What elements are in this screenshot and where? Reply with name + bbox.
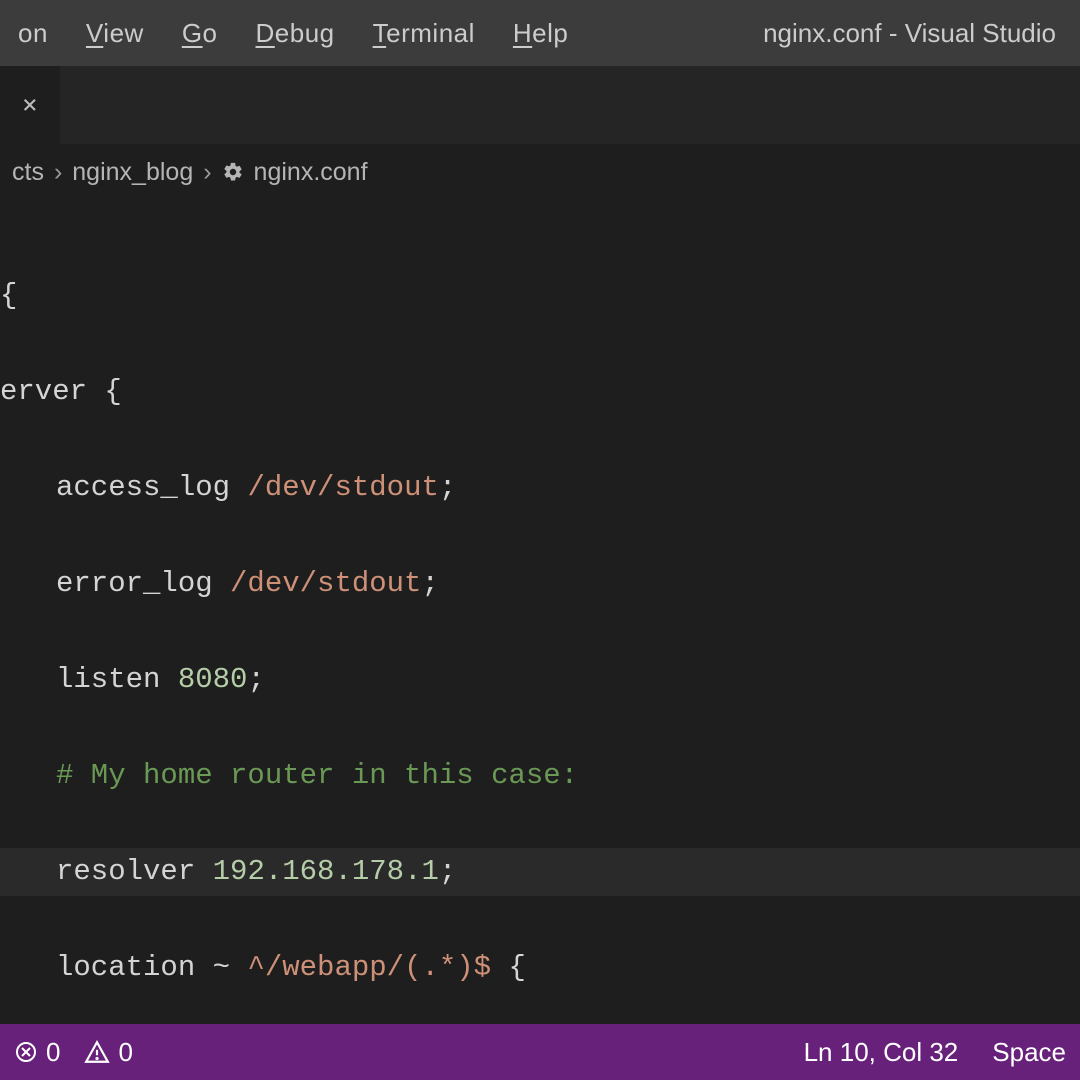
breadcrumb: cts › nginx_blog › nginx.conf bbox=[0, 144, 1080, 200]
title-bar: on View Go Debug Terminal Help nginx.con… bbox=[0, 0, 1080, 66]
code-text: listen bbox=[56, 663, 178, 696]
code-text: ^/webapp/(.*)$ bbox=[230, 951, 508, 984]
menu-item-view[interactable]: View bbox=[86, 18, 144, 49]
menu-item-terminal[interactable]: Terminal bbox=[373, 18, 475, 49]
warning-icon bbox=[84, 1039, 110, 1065]
code-text: erver bbox=[0, 375, 104, 408]
code-text: 8080 bbox=[178, 663, 248, 696]
status-bar: 0 0 Ln 10, Col 32 Space bbox=[0, 1024, 1080, 1080]
window-title: nginx.conf - Visual Studio bbox=[763, 18, 1062, 49]
error-icon bbox=[14, 1040, 38, 1064]
code-text: 192.168.178.1 bbox=[213, 855, 439, 888]
warning-count: 0 bbox=[118, 1037, 132, 1068]
breadcrumb-segment[interactable]: nginx_blog bbox=[72, 158, 193, 187]
code-text: ; bbox=[439, 471, 456, 504]
code-text: access_log bbox=[56, 471, 247, 504]
code-text: { bbox=[0, 279, 17, 312]
code-text: { bbox=[509, 951, 526, 984]
code-text: /dev/stdout bbox=[247, 471, 438, 504]
menu-item-on[interactable]: on bbox=[18, 18, 48, 49]
tab-bar: × bbox=[0, 66, 1080, 144]
menu-item-help[interactable]: Help bbox=[513, 18, 568, 49]
status-problems[interactable]: 0 0 bbox=[14, 1037, 133, 1068]
breadcrumb-segment[interactable]: cts bbox=[12, 158, 44, 187]
code-text: ; bbox=[421, 567, 438, 600]
code-text: location bbox=[56, 951, 213, 984]
status-indentation[interactable]: Space bbox=[992, 1037, 1066, 1068]
editor[interactable]: { erver { access_log /dev/stdout; error_… bbox=[0, 200, 1080, 1024]
code-comment: # My home router in this case: bbox=[56, 759, 578, 792]
code-text: /dev/stdout bbox=[230, 567, 421, 600]
menu-item-go[interactable]: Go bbox=[182, 18, 218, 49]
status-cursor-position[interactable]: Ln 10, Col 32 bbox=[804, 1037, 959, 1068]
code-text: ; bbox=[247, 663, 264, 696]
code-text: ; bbox=[439, 855, 456, 888]
gear-icon bbox=[222, 161, 244, 183]
code-text: { bbox=[104, 375, 121, 408]
chevron-right-icon: › bbox=[203, 158, 211, 187]
breadcrumb-file[interactable]: nginx.conf bbox=[254, 158, 368, 187]
chevron-right-icon: › bbox=[54, 158, 62, 187]
code-text: resolver bbox=[56, 855, 213, 888]
error-count: 0 bbox=[46, 1037, 60, 1068]
code-text: ~ bbox=[213, 951, 230, 984]
close-icon[interactable]: × bbox=[22, 90, 38, 120]
code-text: error_log bbox=[56, 567, 230, 600]
menu-bar: on View Go Debug Terminal Help bbox=[18, 18, 568, 49]
tab-nginx-conf[interactable]: × bbox=[0, 66, 60, 144]
menu-item-debug[interactable]: Debug bbox=[256, 18, 335, 49]
